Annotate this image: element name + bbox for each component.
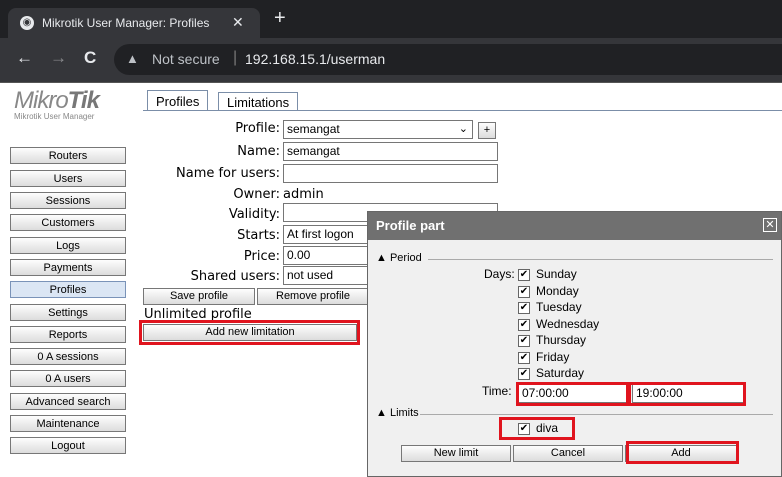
dialog-title: Profile part: [368, 212, 781, 240]
browser-tab-bar: ◉ Mikrotik User Manager: Profiles ✕ +: [0, 0, 782, 38]
close-tab-icon[interactable]: ✕: [232, 14, 244, 31]
back-arrow-icon[interactable]: ←: [16, 48, 33, 68]
highlight-box: [139, 320, 360, 345]
period-section-label[interactable]: ▲ Period: [376, 252, 422, 264]
remove-profile-button[interactable]: Remove profile: [257, 288, 369, 305]
day-checkbox-tuesday[interactable]: ✔: [518, 302, 530, 314]
profile-label: Profile:: [235, 121, 280, 136]
divider: [428, 259, 773, 260]
starts-label: Starts:: [237, 228, 280, 243]
mikrotik-logo: MikroTik Mikrotik User Manager: [14, 87, 100, 121]
sidebar-item-logout[interactable]: Logout: [10, 437, 126, 454]
sidebar-item-profiles[interactable]: Profiles: [10, 281, 126, 298]
new-limit-button[interactable]: New limit: [401, 445, 511, 462]
separator: |: [233, 49, 238, 66]
name-label: Name:: [237, 144, 280, 159]
starts-select[interactable]: At first logon: [283, 225, 373, 244]
price-input[interactable]: 0.00: [283, 246, 373, 265]
shared-users-label: Shared users:: [190, 269, 280, 284]
forward-arrow-icon[interactable]: →: [50, 48, 67, 68]
day-label-sunday: Sunday: [536, 267, 577, 281]
sidebar-item-payments[interactable]: Payments: [10, 259, 126, 276]
day-checkbox-sunday[interactable]: ✔: [518, 269, 530, 281]
highlight-box: [626, 441, 739, 464]
address-bar-row: ← → C ▲ Not secure | 192.168.15.1/userma…: [0, 38, 782, 83]
reload-icon[interactable]: C: [84, 48, 96, 68]
owner-label: Owner:: [233, 187, 280, 202]
day-checkbox-friday[interactable]: ✔: [518, 351, 530, 364]
tab-profiles[interactable]: Profiles: [147, 90, 209, 111]
globe-icon: ◉: [20, 16, 34, 30]
sidebar-item-maintenance[interactable]: Maintenance: [10, 415, 126, 432]
sidebar-item-0-a-users[interactable]: 0 A users: [10, 370, 126, 387]
highlight-box: [499, 417, 575, 440]
day-checkbox-wednesday[interactable]: ✔: [518, 318, 530, 331]
tab-limitations[interactable]: Limitations: [218, 92, 299, 111]
security-status[interactable]: Not secure: [152, 51, 220, 67]
time-label: Time:: [482, 384, 512, 398]
url-bar[interactable]: ▲ Not secure | 192.168.15.1/userman: [114, 44, 782, 75]
day-checkbox-monday[interactable]: ✔: [518, 285, 530, 298]
chevron-down-icon: ⌄: [458, 123, 468, 135]
name-for-users-input[interactable]: [283, 164, 498, 183]
validity-label: Validity:: [228, 207, 280, 222]
sidebar-item-0-a-sessions[interactable]: 0 A sessions: [10, 348, 126, 365]
browser-tab[interactable]: ◉ Mikrotik User Manager: Profiles ✕: [8, 8, 260, 38]
day-checkbox-saturday[interactable]: ✔: [518, 368, 530, 380]
cancel-button[interactable]: Cancel: [513, 445, 623, 462]
days-label: Days:: [484, 267, 515, 281]
highlight-box: [626, 382, 746, 406]
sidebar-item-users[interactable]: Users: [10, 170, 126, 187]
sidebar-item-routers[interactable]: Routers: [10, 147, 126, 164]
add-profile-button[interactable]: +: [478, 122, 496, 139]
close-icon[interactable]: ✕: [763, 218, 777, 232]
day-checkbox-thursday[interactable]: ✔: [518, 335, 530, 347]
day-label-thursday: Thursday: [536, 333, 587, 347]
tab-divider: [143, 110, 782, 111]
shared-users-select[interactable]: not used: [283, 266, 373, 285]
profile-select[interactable]: semangat ⌄: [283, 120, 473, 139]
sidebar-item-sessions[interactable]: Sessions: [10, 192, 126, 209]
day-label-friday: Friday: [536, 349, 570, 364]
price-label: Price:: [243, 249, 280, 264]
sidebar-item-settings[interactable]: Settings: [10, 304, 126, 321]
url-text[interactable]: 192.168.15.1/userman: [245, 51, 385, 67]
tab-title: Mikrotik User Manager: Profiles: [42, 16, 210, 30]
sidebar-item-advanced-search[interactable]: Advanced search: [10, 393, 126, 410]
warning-icon: ▲: [126, 51, 139, 66]
owner-value: admin: [283, 187, 324, 202]
day-label-monday: Monday: [536, 283, 579, 298]
name-for-users-label: Name for users:: [176, 166, 280, 181]
sidebar-item-reports[interactable]: Reports: [10, 326, 126, 343]
save-profile-button[interactable]: Save profile: [143, 288, 255, 305]
sidebar-item-customers[interactable]: Customers: [10, 214, 126, 231]
limits-section-label[interactable]: ▲ Limits: [376, 407, 419, 419]
divider: [420, 414, 773, 415]
highlight-box: [516, 382, 631, 406]
profile-part-dialog: Profile part ✕ ▲ Period Days: ✔ Sunday ✔ Mo…: [367, 211, 782, 477]
day-label-wednesday: Wednesday: [536, 316, 600, 331]
sidebar-item-logs[interactable]: Logs: [10, 237, 126, 254]
day-label-tuesday: Tuesday: [536, 300, 582, 314]
name-input[interactable]: semangat: [283, 142, 498, 161]
day-label-saturday: Saturday: [536, 366, 585, 380]
new-tab-button[interactable]: +: [274, 7, 286, 29]
